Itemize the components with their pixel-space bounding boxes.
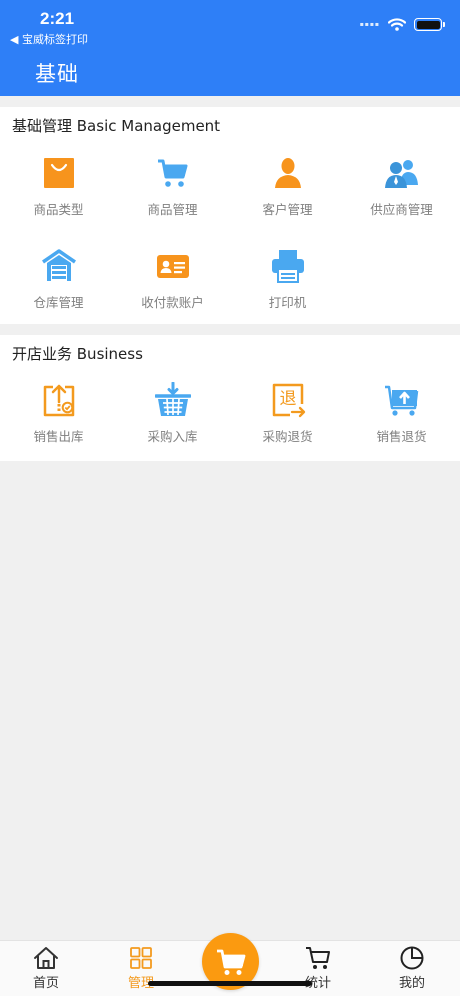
item-sales-outbound[interactable]: 销售出库 [1, 382, 116, 462]
item-sales-return[interactable]: 销售退货 [344, 382, 459, 462]
wifi-icon [388, 18, 406, 31]
item-label: 销售退货 [376, 429, 427, 444]
sales-return-icon [384, 385, 418, 416]
item-payment-accounts[interactable]: 收付款账户 [115, 248, 230, 328]
printer-icon [271, 250, 304, 283]
signal-icon: ▪▪▪▪ [359, 21, 380, 28]
person-icon [274, 158, 301, 188]
cart-outline-icon [306, 947, 330, 969]
id-card-icon [156, 255, 189, 278]
sales-outbound-icon [43, 384, 74, 417]
basic-management-section: 基础管理 Basic Management 商品类型 商品管理 客户管理 供应商… [0, 107, 460, 324]
pie-chart-icon [400, 946, 424, 970]
status-time: 2:21 [40, 9, 75, 28]
item-purchase-return[interactable]: 退 采购退货 [230, 382, 345, 462]
item-product-type[interactable]: 商品类型 [1, 155, 116, 235]
section-title-business: 开店业务 Business [12, 345, 143, 363]
purchase-inbound-icon [154, 382, 191, 416]
item-label: 收付款账户 [141, 295, 204, 310]
shopping-cart-icon [157, 159, 187, 187]
item-label: 客户管理 [262, 202, 313, 217]
tab-label: 我的 [398, 976, 425, 991]
page-title: 基础 [35, 62, 79, 86]
back-to-app-link[interactable]: ◀ 宝威标签打印 [10, 31, 88, 47]
app-header: 2:21 ◀ 宝威标签打印 ▪▪▪▪ 基础 [0, 0, 460, 96]
item-warehouse-management[interactable]: 仓库管理 [1, 248, 116, 328]
purchase-return-icon: 退 [272, 383, 305, 418]
tab-management[interactable]: 管理 [95, 941, 187, 996]
item-customer-management[interactable]: 客户管理 [230, 155, 345, 235]
svg-text:退: 退 [279, 389, 296, 409]
section-title-basic: 基础管理 Basic Management [12, 117, 221, 135]
group-icon [384, 160, 418, 188]
item-printer[interactable]: 打印机 [230, 248, 345, 328]
item-label: 采购退货 [262, 429, 313, 444]
home-icon [34, 947, 58, 969]
item-label: 商品管理 [147, 202, 198, 217]
item-label: 供应商管理 [370, 202, 433, 217]
item-label: 采购入库 [147, 429, 198, 444]
tab-mine[interactable]: 我的 [366, 941, 458, 996]
home-indicator [148, 981, 312, 986]
cart-icon [216, 949, 245, 975]
item-purchase-inbound[interactable]: 采购入库 [115, 382, 230, 462]
battery-icon [414, 18, 445, 31]
tab-home[interactable]: 首页 [0, 941, 92, 996]
item-label: 仓库管理 [33, 295, 84, 310]
item-label: 商品类型 [33, 202, 84, 217]
grid-icon [130, 947, 152, 969]
item-product-management[interactable]: 商品管理 [115, 155, 230, 235]
item-supplier-management[interactable]: 供应商管理 [344, 155, 459, 235]
tab-statistics[interactable]: 统计 [272, 941, 364, 996]
item-label: 打印机 [268, 295, 307, 310]
status-indicators: ▪▪▪▪ [359, 18, 445, 31]
business-section: 开店业务 Business 销售出库 采购入库 退 采购退货 销售退货 [0, 335, 460, 461]
shopping-bag-icon [43, 158, 74, 188]
item-label: 销售出库 [33, 429, 84, 444]
warehouse-icon [41, 249, 76, 281]
tab-label: 首页 [32, 976, 59, 991]
